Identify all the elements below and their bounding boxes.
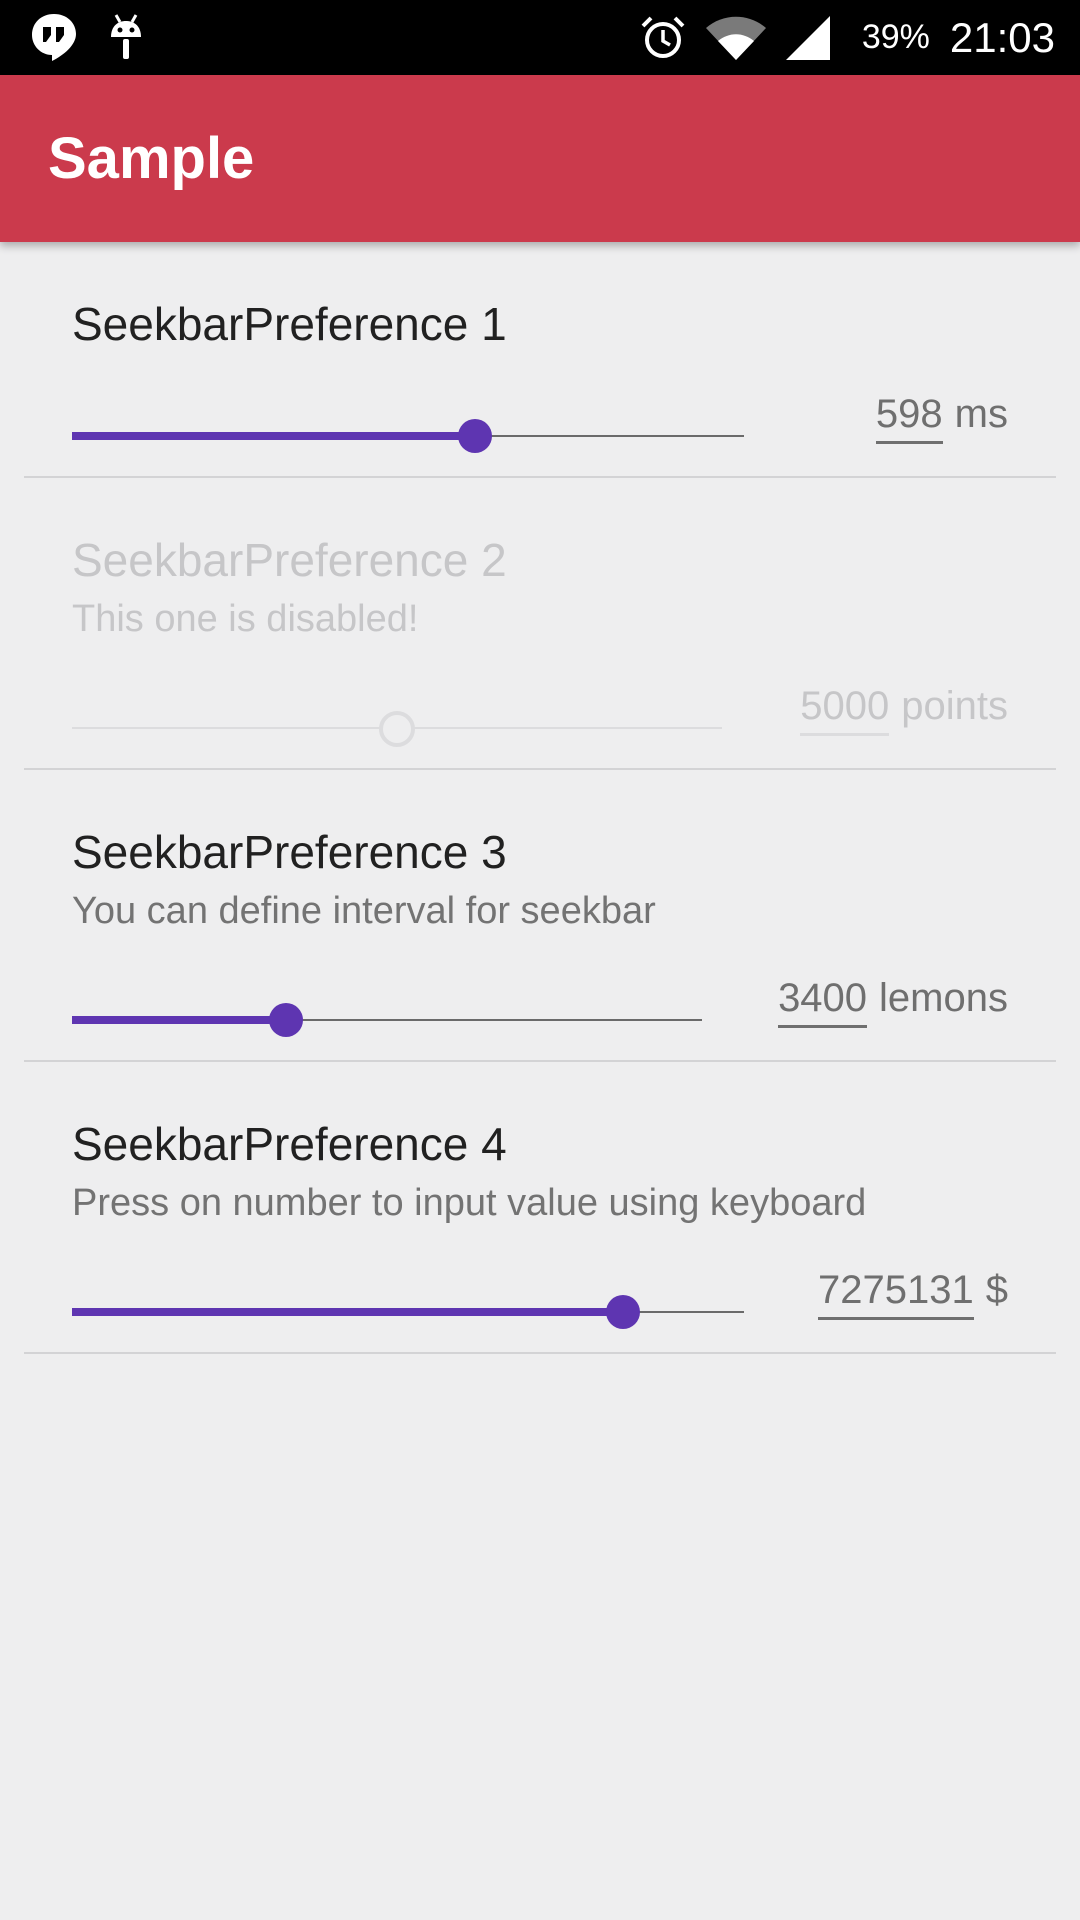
seekbar-thumb[interactable] xyxy=(458,419,493,453)
app-bar: Sample xyxy=(0,75,1080,242)
seekbar-slider xyxy=(72,708,722,748)
preference-title: SeekbarPreference 3 xyxy=(72,826,507,878)
seekbar-thumb xyxy=(379,711,415,747)
alarm-icon xyxy=(640,15,686,61)
seekbar-thumb[interactable] xyxy=(606,1295,641,1329)
seekbar-preference-2: SeekbarPreference 2 This one is disabled… xyxy=(24,478,1056,770)
seekbar-progress xyxy=(72,1308,624,1316)
wifi-icon xyxy=(705,16,766,60)
signal-icon xyxy=(785,15,830,60)
seekbar-preference-1: SeekbarPreference 1 598 ms xyxy=(24,242,1056,478)
preference-summary: You can define interval for seekbar xyxy=(72,890,656,932)
seekbar-value-group: 3400 lemons xyxy=(778,976,1008,1028)
seekbar-value-group: 7275131 $ xyxy=(818,1268,1008,1320)
seekbar-unit: $ xyxy=(985,1268,1008,1312)
seekbar-slider[interactable] xyxy=(72,1292,744,1332)
seekbar-value-group: 5000 points xyxy=(800,684,1008,736)
clock: 21:03 xyxy=(949,13,1055,61)
preference-summary: This one is disabled! xyxy=(72,598,419,640)
seekbar-preference-3: SeekbarPreference 3 You can define inter… xyxy=(24,770,1056,1062)
seekbar-unit: points xyxy=(901,684,1008,728)
seekbar-value[interactable]: 3400 xyxy=(778,976,868,1028)
seekbar-value[interactable]: 598 xyxy=(875,392,943,444)
seekbar-thumb[interactable] xyxy=(269,1003,304,1037)
seekbar-unit: lemons xyxy=(879,976,1008,1020)
battery-level: 39% xyxy=(861,18,930,56)
seekbar-slider[interactable] xyxy=(72,1000,702,1040)
status-bar-system: 39% 21:03 xyxy=(640,0,1055,75)
status-bar: 39% 21:03 xyxy=(0,0,1080,75)
preference-summary: Press on number to input value using key… xyxy=(72,1182,867,1224)
seekbar-slider[interactable] xyxy=(72,416,744,456)
status-bar-notifications xyxy=(30,12,146,62)
seekbar-preference-4: SeekbarPreference 4 Press on number to i… xyxy=(24,1062,1056,1354)
seekbar-progress xyxy=(72,432,476,440)
seekbar-value-group: 598 ms xyxy=(875,392,1008,444)
preference-title: SeekbarPreference 4 xyxy=(72,1118,507,1170)
app-title: Sample xyxy=(48,126,255,191)
preference-title: SeekbarPreference 1 xyxy=(72,298,507,350)
seekbar-value[interactable]: 7275131 xyxy=(818,1268,974,1320)
hangouts-icon xyxy=(30,12,78,62)
seekbar-unit: ms xyxy=(954,392,1008,436)
seekbar-value: 5000 xyxy=(800,684,890,736)
android-debug-icon xyxy=(106,12,146,62)
seekbar-progress xyxy=(72,1016,287,1024)
preference-title: SeekbarPreference 2 xyxy=(72,534,507,586)
